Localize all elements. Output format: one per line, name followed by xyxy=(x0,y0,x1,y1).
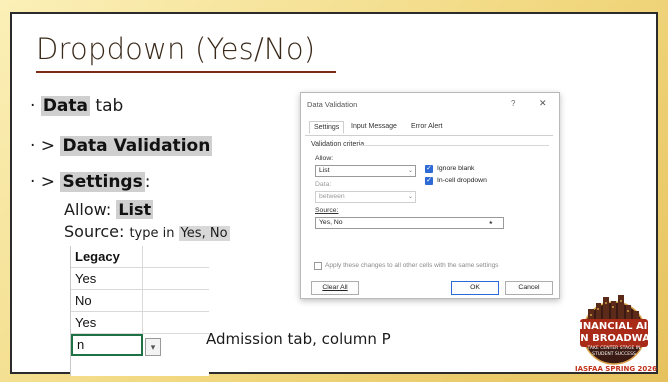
bullet-suffix: tab xyxy=(90,96,124,116)
bullet-prefix: · > xyxy=(30,136,61,156)
allow-select-value: List xyxy=(319,167,330,174)
spreadsheet-snippet: Legacy Yes No Yes n ▾ xyxy=(70,246,209,376)
empty-cell[interactable] xyxy=(143,268,209,290)
empty-cell[interactable] xyxy=(143,290,209,312)
dialog-title: Data Validation xyxy=(307,100,358,109)
bullet-data-tab: · Data tab xyxy=(30,96,123,116)
tab-settings[interactable]: Settings xyxy=(309,121,345,134)
slide-background: Dropdown (Yes/No) · Data tab · > Data Va… xyxy=(0,0,668,382)
bullet-highlight: Data Validation xyxy=(60,136,213,156)
bullet-highlight: Data xyxy=(40,96,90,116)
tab-input-message[interactable]: Input Message xyxy=(351,123,397,130)
caption-text: Admission tab, column P xyxy=(206,330,391,348)
criteria-divider xyxy=(359,145,549,146)
source-label: Source: xyxy=(315,207,339,214)
source-label: Source: xyxy=(64,222,130,241)
allow-line: Allow: List xyxy=(64,200,154,219)
ok-button[interactable]: OK xyxy=(451,281,499,295)
in-cell-dropdown-label: In-cell dropdown xyxy=(437,177,487,184)
logo-tagline-line2: STUDENT SUCCESS xyxy=(592,352,636,357)
source-value: Yes, No xyxy=(178,226,230,241)
ignore-blank-label: Ignore blank xyxy=(437,165,475,172)
source-input-value: Yes, No xyxy=(319,219,343,226)
bullet-highlight: Settings xyxy=(60,172,145,192)
title-underline xyxy=(36,71,336,73)
logo-graphic xyxy=(580,295,648,365)
table-cell[interactable]: No xyxy=(71,290,143,312)
help-icon[interactable]: ? xyxy=(511,99,515,108)
data-label: Data: xyxy=(315,181,332,188)
bullet-suffix: : xyxy=(144,172,151,192)
column-header-cell[interactable]: Legacy xyxy=(71,246,143,268)
source-line: Source: type in Yes, No xyxy=(64,222,230,241)
allow-value: List xyxy=(116,200,154,219)
conference-logo: FINANCIAL AID ON BROADWAY TAKE CENTER ST… xyxy=(566,287,662,377)
clear-all-button[interactable]: Clear All xyxy=(311,281,359,295)
bullet-data-validation: · > Data Validation xyxy=(30,136,213,156)
data-select-value: between xyxy=(319,193,345,200)
close-icon[interactable]: ✕ xyxy=(539,98,547,109)
data-validation-dialog: Data Validation ? ✕ Settings Input Messa… xyxy=(300,92,560,299)
logo-tagline-line1: TAKE CENTER STAGE IN xyxy=(587,346,641,351)
range-select-icon[interactable]: ⭑ xyxy=(489,218,493,228)
empty-cell[interactable] xyxy=(143,246,209,268)
apply-all-label: Apply these changes to all other cells w… xyxy=(325,262,499,269)
source-input[interactable]: Yes, No ⭑ xyxy=(315,217,504,229)
dialog-tab-bar: Settings Input Message Error Alert xyxy=(305,121,553,136)
tab-error-alert[interactable]: Error Alert xyxy=(411,123,443,130)
active-cell[interactable]: n xyxy=(71,334,143,356)
chevron-down-icon: ⌄ xyxy=(407,168,413,174)
empty-cell[interactable] xyxy=(143,312,209,334)
allow-label: Allow: xyxy=(64,200,117,219)
cell-dropdown-button[interactable]: ▾ xyxy=(145,338,161,356)
allow-label: Allow: xyxy=(315,155,334,162)
validation-criteria-label: Validation criteria xyxy=(311,141,365,148)
bullet-prefix: · xyxy=(30,96,41,116)
logo-footer: IASFAA SPRING 2026 xyxy=(574,365,657,373)
slide-title: Dropdown (Yes/No) xyxy=(36,32,316,66)
bullet-settings: · > Settings: xyxy=(30,172,150,192)
in-cell-dropdown-checkbox[interactable]: ✓ xyxy=(425,177,433,185)
data-select: between ⌄ xyxy=(315,191,416,203)
source-hint: type in xyxy=(129,226,179,241)
logo-title-line1: FINANCIAL AID xyxy=(572,321,656,332)
table-cell[interactable]: Yes xyxy=(71,312,143,334)
apply-all-checkbox[interactable] xyxy=(314,262,322,270)
bullet-prefix: · > xyxy=(30,172,61,192)
logo-title-line2: ON BROADWAY xyxy=(571,333,657,344)
chevron-down-icon: ⌄ xyxy=(407,194,413,200)
cancel-button[interactable]: Cancel xyxy=(505,281,553,295)
allow-select[interactable]: List ⌄ xyxy=(315,165,416,177)
ignore-blank-checkbox[interactable]: ✓ xyxy=(425,165,433,173)
table-cell[interactable]: Yes xyxy=(71,268,143,290)
